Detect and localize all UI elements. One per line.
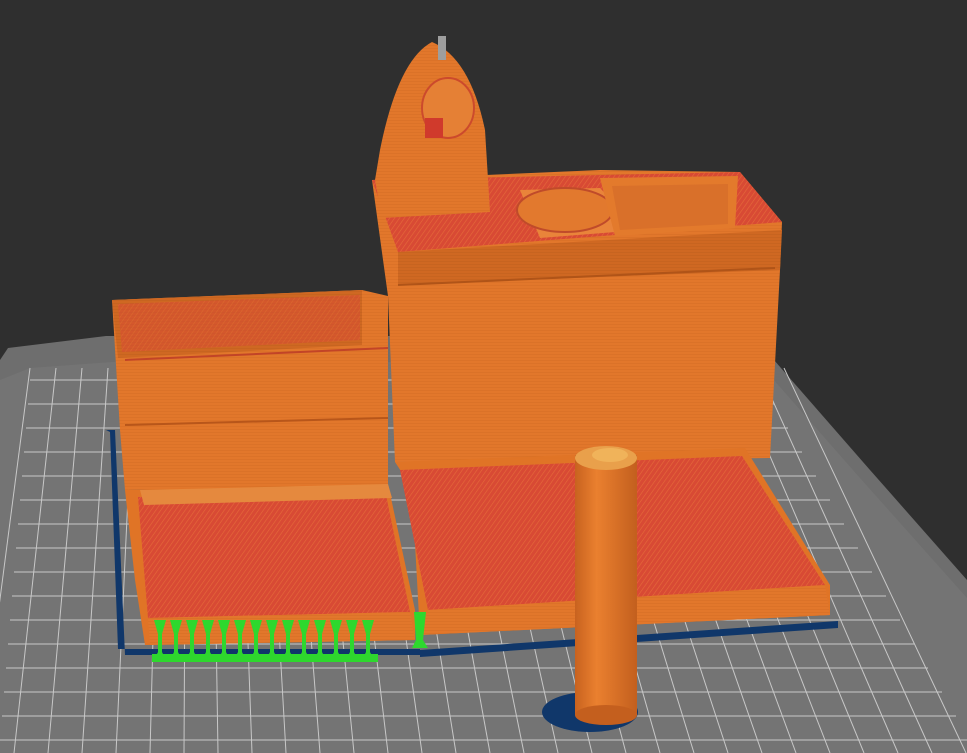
support-base <box>152 654 378 662</box>
support-tip-icon <box>438 36 446 60</box>
3d-viewport[interactable] <box>0 0 967 753</box>
scene-canvas[interactable] <box>0 0 967 753</box>
